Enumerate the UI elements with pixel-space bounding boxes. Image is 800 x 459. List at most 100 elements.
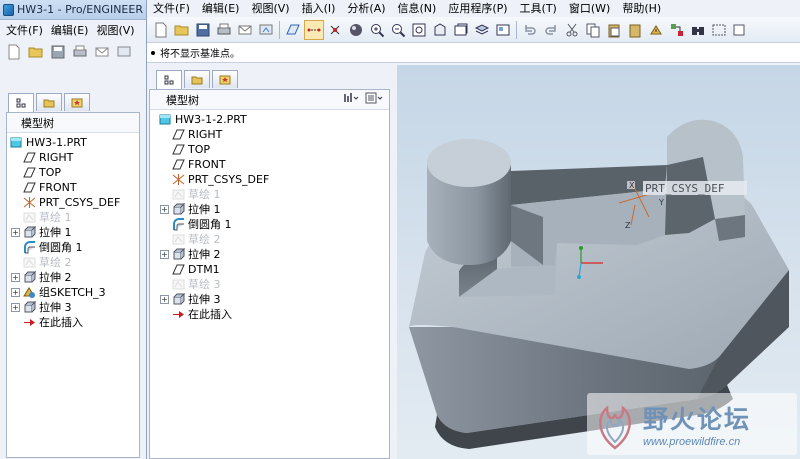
menu-item[interactable]: 插入(I) xyxy=(302,0,336,15)
folder-browser-tab[interactable] xyxy=(36,93,62,111)
model-tree-tab[interactable] xyxy=(8,93,34,112)
tree-item[interactable]: 倒圆角 1 xyxy=(7,240,139,255)
datum-plane-toggle-icon[interactable] xyxy=(283,20,303,40)
tree-item[interactable]: FRONT xyxy=(7,180,139,195)
main-model-tree-title: 模型树 xyxy=(166,93,199,107)
copy-icon[interactable] xyxy=(583,20,603,40)
tree-item[interactable]: HW3-1.PRT xyxy=(7,135,139,150)
menu-item[interactable]: 分析(A) xyxy=(347,0,385,15)
zoom-in-icon[interactable] xyxy=(367,20,387,40)
tree-item-label: 倒圆角 1 xyxy=(39,241,83,254)
tree-item[interactable]: FRONT xyxy=(156,157,389,172)
menu-item[interactable]: 编辑(E) xyxy=(202,0,240,15)
tree-item[interactable]: TOP xyxy=(156,142,389,157)
more-tools-icon[interactable] xyxy=(730,20,750,40)
new-file-icon[interactable] xyxy=(4,42,24,62)
tree-item[interactable]: 草绘 3 xyxy=(156,277,389,292)
tree-item[interactable]: PRT_CSYS_DEF xyxy=(156,172,389,187)
menu-item[interactable]: 视图(V) xyxy=(96,22,134,38)
print-icon[interactable] xyxy=(214,20,234,40)
select-box-icon[interactable] xyxy=(709,20,729,40)
datum-point-toggle-icon[interactable] xyxy=(325,20,345,40)
tree-item[interactable]: DTM1 xyxy=(156,262,389,277)
repaint-icon[interactable] xyxy=(256,20,276,40)
expand-toggle-icon[interactable]: + xyxy=(11,303,20,312)
expand-toggle-icon[interactable]: + xyxy=(160,295,169,304)
menu-item[interactable]: 文件(F) xyxy=(6,22,43,38)
repaint-icon[interactable] xyxy=(114,42,134,62)
menu-item[interactable]: 视图(V) xyxy=(251,0,289,15)
expand-toggle-icon[interactable]: + xyxy=(11,228,20,237)
send-mail-icon[interactable] xyxy=(235,20,255,40)
back-window-titlebar[interactable]: HW3-1 - Pro/ENGINEER Wi xyxy=(0,0,146,20)
menu-item[interactable]: 应用程序(P) xyxy=(448,0,507,15)
menu-item[interactable]: 信息(N) xyxy=(398,0,437,15)
tree-item[interactable]: 在此插入 xyxy=(7,315,139,330)
tree-show-menu-icon[interactable] xyxy=(365,92,383,107)
tree-item[interactable]: RIGHT xyxy=(156,127,389,142)
regenerate-icon[interactable] xyxy=(646,20,666,40)
tree-item[interactable]: + 拉伸 3 xyxy=(7,300,139,315)
menu-item[interactable]: 文件(F) xyxy=(153,0,190,15)
paste-special-icon[interactable] xyxy=(625,20,645,40)
paste-icon[interactable] xyxy=(604,20,624,40)
expand-toggle-icon[interactable]: + xyxy=(160,250,169,259)
layers-icon[interactable] xyxy=(472,20,492,40)
tree-item[interactable]: + 拉伸 2 xyxy=(156,247,389,262)
main-toolbar xyxy=(147,17,800,43)
tree-item[interactable]: 草绘 2 xyxy=(156,232,389,247)
tree-item[interactable]: + 拉伸 3 xyxy=(156,292,389,307)
expand-toggle-icon[interactable]: + xyxy=(160,205,169,214)
send-mail-icon[interactable] xyxy=(92,42,112,62)
tree-settings-icon[interactable] xyxy=(343,92,359,107)
main-model-tree: HW3-1-2.PRT RIGHT TOP FRONT PRT_CSYS_DEF 草绘 1… xyxy=(150,110,389,322)
cut-icon[interactable] xyxy=(562,20,582,40)
find-icon[interactable] xyxy=(688,20,708,40)
tree-item[interactable]: 倒圆角 1 xyxy=(156,217,389,232)
tree-item[interactable]: 草绘 1 xyxy=(7,210,139,225)
tree-item-label: 在此插入 xyxy=(39,316,83,329)
open-folder-icon[interactable] xyxy=(26,42,46,62)
menu-item[interactable]: 帮助(H) xyxy=(622,0,661,15)
reorient-icon[interactable] xyxy=(430,20,450,40)
redo-icon[interactable] xyxy=(541,20,561,40)
tree-item-label: FRONT xyxy=(39,181,77,194)
tree-item[interactable]: + 拉伸 1 xyxy=(156,202,389,217)
tree-item[interactable]: PRT_CSYS_DEF xyxy=(7,195,139,210)
tree-item[interactable]: TOP xyxy=(7,165,139,180)
undo-icon[interactable] xyxy=(520,20,540,40)
graphics-viewport[interactable]: X Y Z PRT_CSYS_DEF 野火论坛 www.proewildfire… xyxy=(397,65,800,459)
tree-item[interactable]: + 拉伸 2 xyxy=(7,270,139,285)
zoom-out-icon[interactable] xyxy=(388,20,408,40)
print-icon[interactable] xyxy=(70,42,90,62)
shading-icon[interactable] xyxy=(346,20,366,40)
tree-item[interactable]: 草绘 2 xyxy=(7,255,139,270)
tree-item[interactable]: + 拉伸 1 xyxy=(7,225,139,240)
open-folder-icon[interactable] xyxy=(172,20,192,40)
tree-item-label: 草绘 1 xyxy=(39,211,72,224)
favorites-tab[interactable] xyxy=(64,93,90,111)
tree-item[interactable]: 在此插入 xyxy=(156,307,389,322)
folder-browser-tab[interactable] xyxy=(184,70,210,88)
save-icon[interactable] xyxy=(193,20,213,40)
saved-views-icon[interactable] xyxy=(451,20,471,40)
datum-axis-toggle-icon[interactable] xyxy=(304,19,324,40)
forum-name: 野火论坛 xyxy=(643,405,752,434)
tree-item-label: 拉伸 3 xyxy=(188,293,221,306)
expand-toggle-icon[interactable]: + xyxy=(11,273,20,282)
regen-manager-icon[interactable] xyxy=(667,20,687,40)
tree-item[interactable]: 草绘 1 xyxy=(156,187,389,202)
menu-item[interactable]: 窗口(W) xyxy=(569,0,610,15)
model-tree-tab[interactable] xyxy=(156,70,182,89)
expand-toggle-icon[interactable]: + xyxy=(11,288,20,297)
tree-item[interactable]: HW3-1-2.PRT xyxy=(156,112,389,127)
tree-item[interactable]: RIGHT xyxy=(7,150,139,165)
save-icon[interactable] xyxy=(48,42,68,62)
refit-icon[interactable] xyxy=(409,20,429,40)
menu-item[interactable]: 工具(T) xyxy=(520,0,557,15)
new-file-icon[interactable] xyxy=(151,20,171,40)
tree-item[interactable]: + 组SKETCH_3 xyxy=(7,285,139,300)
favorites-tab[interactable] xyxy=(212,70,238,88)
menu-item[interactable]: 编辑(E) xyxy=(51,22,89,38)
view-manager-icon[interactable] xyxy=(493,20,513,40)
